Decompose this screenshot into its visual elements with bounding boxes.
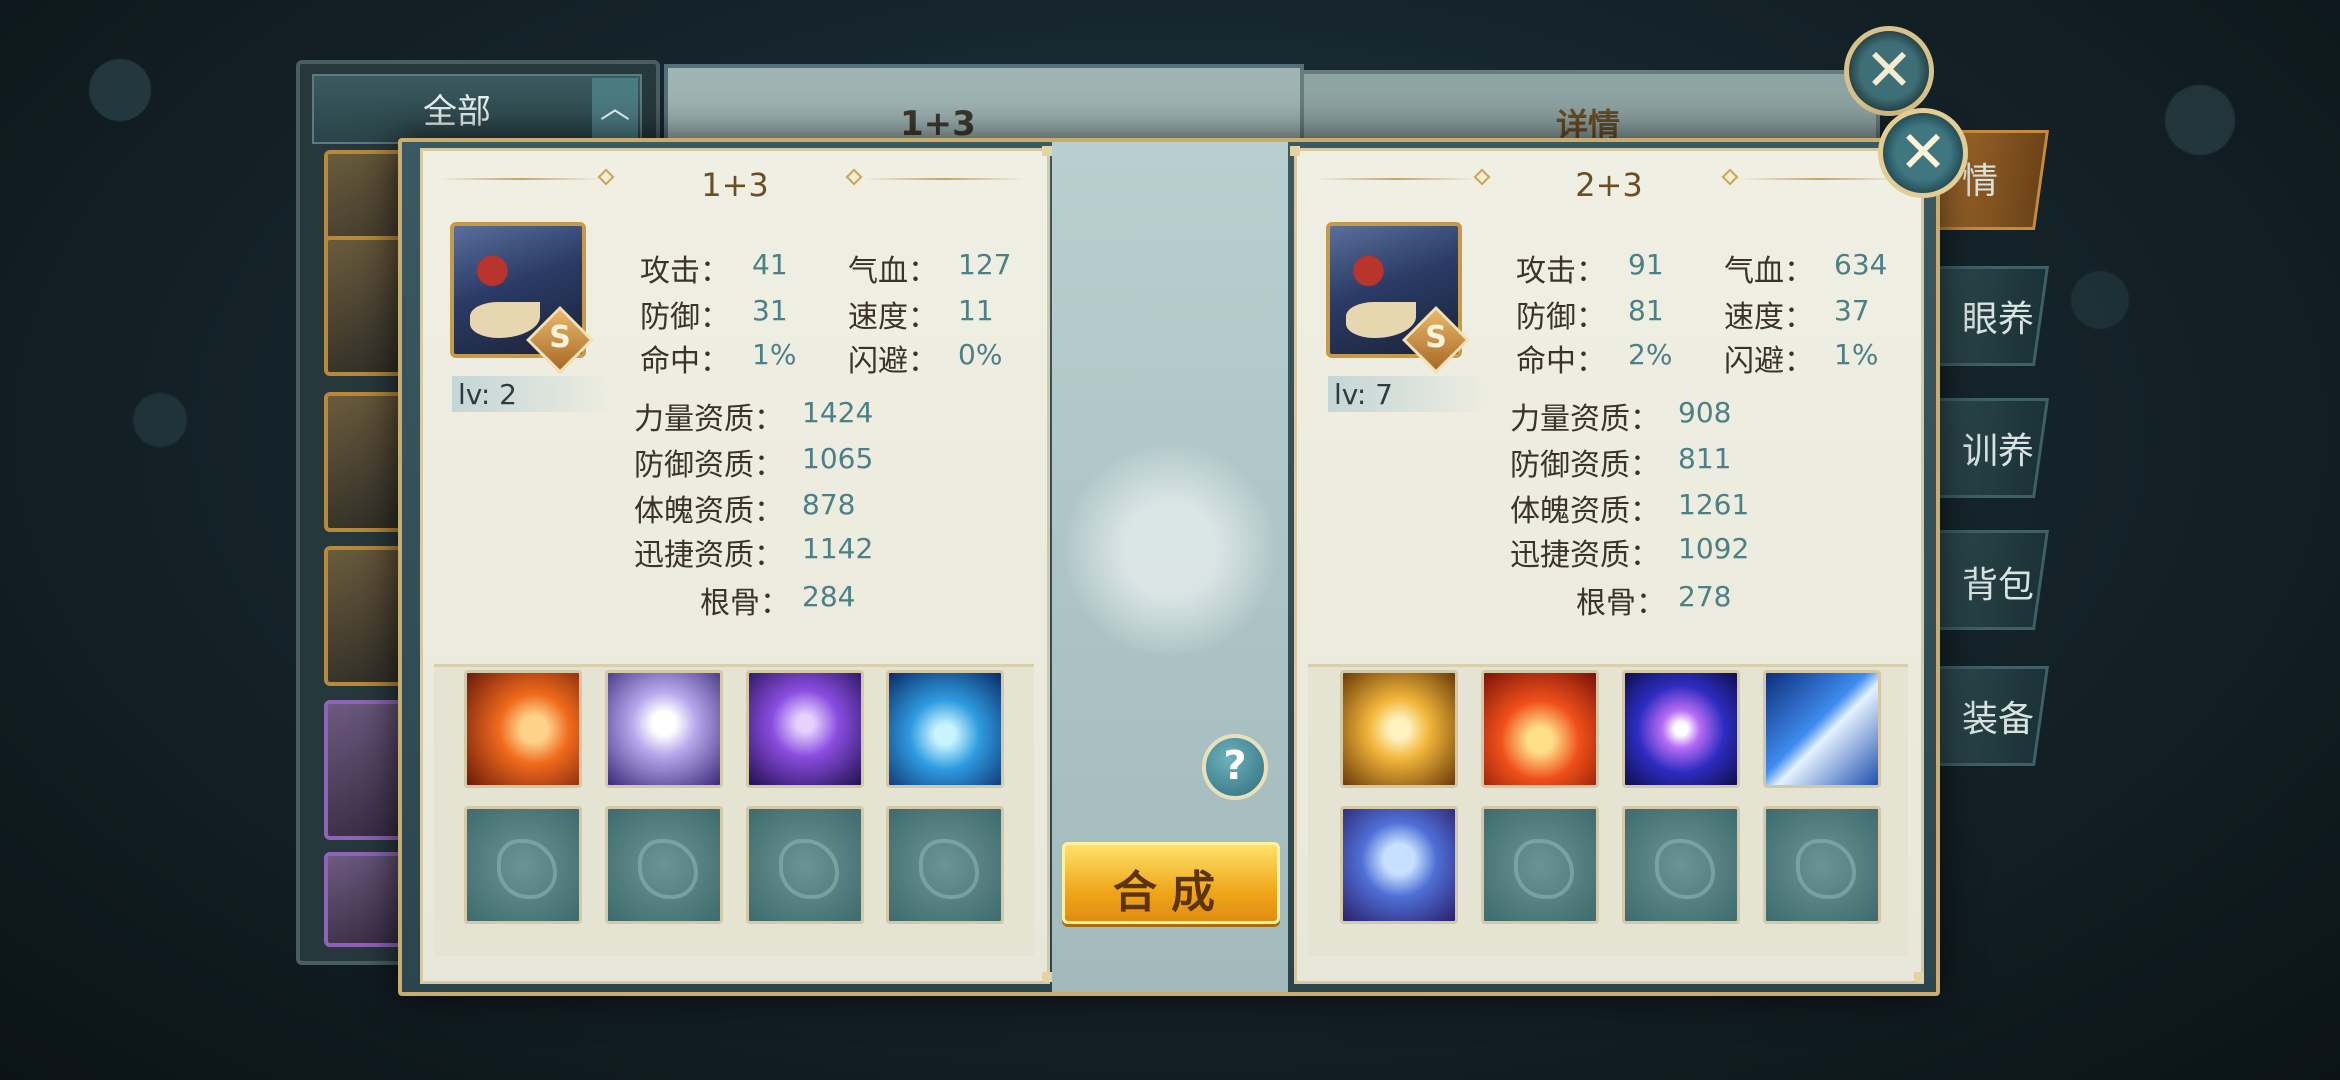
wind-orb-skill-icon[interactable]	[605, 670, 723, 788]
stat-value-speed: 37	[1834, 294, 1870, 327]
empty-skill-slot[interactable]	[886, 806, 1004, 924]
blue-chain-skill-icon[interactable]	[886, 670, 1004, 788]
stat-value-attack: 41	[752, 248, 788, 281]
aptitude-label-agility: 迅捷资质：	[634, 538, 784, 573]
grade-letter: S	[1425, 320, 1447, 355]
stat-value-attack: 91	[1628, 248, 1664, 281]
stat-label-defense: 防御：	[640, 300, 730, 335]
aptitude-label-defense: 防御资质：	[1510, 448, 1660, 483]
empty-skill-slot[interactable]	[746, 806, 864, 924]
aptitude-value-agility: 1092	[1678, 532, 1750, 565]
pet-title: 1+3	[701, 166, 769, 204]
empty-skill-slot[interactable]	[1763, 806, 1881, 924]
chevron-up-icon: ︿	[592, 78, 638, 140]
golden-shield-skill-icon[interactable]	[1340, 670, 1458, 788]
side-tab-label: 眼养	[1962, 299, 2035, 340]
corner-ornament	[1914, 972, 1924, 982]
stat-label-attack: 攻击：	[1516, 254, 1606, 289]
side-tab-label: 情	[1962, 161, 1999, 202]
stat-value-hit: 1%	[752, 338, 797, 371]
aptitude-label-physique: 体魄资质：	[634, 494, 784, 529]
background-close-button[interactable]: ✕	[1844, 26, 1934, 116]
pet-title: 2+3	[1575, 166, 1643, 204]
empty-skill-slot[interactable]	[605, 806, 723, 924]
corner-ornament	[1290, 146, 1300, 156]
stat-value-hp: 127	[958, 248, 1012, 281]
aptitude-value-physique: 1261	[1678, 488, 1750, 521]
purple-vortex-skill-icon[interactable]	[746, 670, 864, 788]
stat-label-hit: 命中：	[1516, 344, 1606, 379]
side-tab-label: 装备	[1962, 699, 2035, 740]
aptitude-value-physique: 878	[802, 488, 856, 521]
aptitude-value-bone: 284	[802, 580, 856, 613]
pet-level: lv: 7	[1334, 378, 1393, 411]
stat-label-hp: 气血：	[1724, 254, 1814, 289]
aptitude-label-physique: 体魄资质：	[1510, 494, 1660, 529]
stat-value-defense: 81	[1628, 294, 1664, 327]
aptitude-label-bone: 根骨：	[700, 586, 790, 621]
aptitude-value-defense: 811	[1678, 442, 1732, 475]
empty-skill-slot[interactable]	[1481, 806, 1599, 924]
aptitude-value-defense: 1065	[802, 442, 874, 475]
side-tab-label: 背包	[1962, 565, 2035, 606]
aptitude-value-agility: 1142	[802, 532, 874, 565]
empty-skill-slot[interactable]	[464, 806, 582, 924]
eagle-beak	[1346, 302, 1416, 338]
compose-button-label: 合成	[1113, 867, 1229, 918]
phoenix-fire-skill-icon[interactable]	[464, 670, 582, 788]
guard-shield-skill-icon[interactable]	[1340, 806, 1458, 924]
side-tab-label: 训养	[1962, 431, 2035, 472]
help-button[interactable]: ?	[1202, 734, 1268, 800]
corner-ornament	[1042, 146, 1052, 156]
stat-label-defense: 防御：	[1516, 300, 1606, 335]
flame-skill-icon[interactable]	[1481, 670, 1599, 788]
stat-label-attack: 攻击：	[640, 254, 730, 289]
lightning-skill-icon[interactable]	[1763, 670, 1881, 788]
stat-value-hp: 634	[1834, 248, 1888, 281]
empty-skill-slot[interactable]	[1622, 806, 1740, 924]
aptitude-label-agility: 迅捷资质：	[1510, 538, 1660, 573]
stat-label-hp: 气血：	[848, 254, 938, 289]
aptitude-value-strength: 908	[1678, 396, 1732, 429]
aptitude-label-strength: 力量资质：	[1510, 402, 1660, 437]
grade-letter: S	[549, 320, 571, 355]
stat-label-dodge: 闪避：	[848, 344, 938, 379]
close-button[interactable]: ✕	[1878, 108, 1968, 198]
stat-value-speed: 11	[958, 294, 994, 327]
void-orb-skill-icon[interactable]	[1622, 670, 1740, 788]
stat-label-hit: 命中：	[640, 344, 730, 379]
aptitude-value-strength: 1424	[802, 396, 874, 429]
corner-ornament	[1042, 972, 1052, 982]
stat-label-speed: 速度：	[848, 300, 938, 335]
aptitude-label-strength: 力量资质：	[634, 402, 784, 437]
aptitude-value-bone: 278	[1678, 580, 1732, 613]
stat-label-speed: 速度：	[1724, 300, 1814, 335]
background-filter-label: 全部	[423, 92, 491, 132]
stat-label-dodge: 闪避：	[1724, 344, 1814, 379]
aptitude-label-bone: 根骨：	[1576, 586, 1666, 621]
stat-value-hit: 2%	[1628, 338, 1673, 371]
dragon-emblem-icon	[1062, 440, 1278, 660]
aptitude-label-defense: 防御资质：	[634, 448, 784, 483]
pet-level: lv: 2	[458, 378, 517, 411]
eagle-beak	[470, 302, 540, 338]
stat-value-dodge: 0%	[958, 338, 1003, 371]
stat-value-dodge: 1%	[1834, 338, 1879, 371]
stat-value-defense: 31	[752, 294, 788, 327]
